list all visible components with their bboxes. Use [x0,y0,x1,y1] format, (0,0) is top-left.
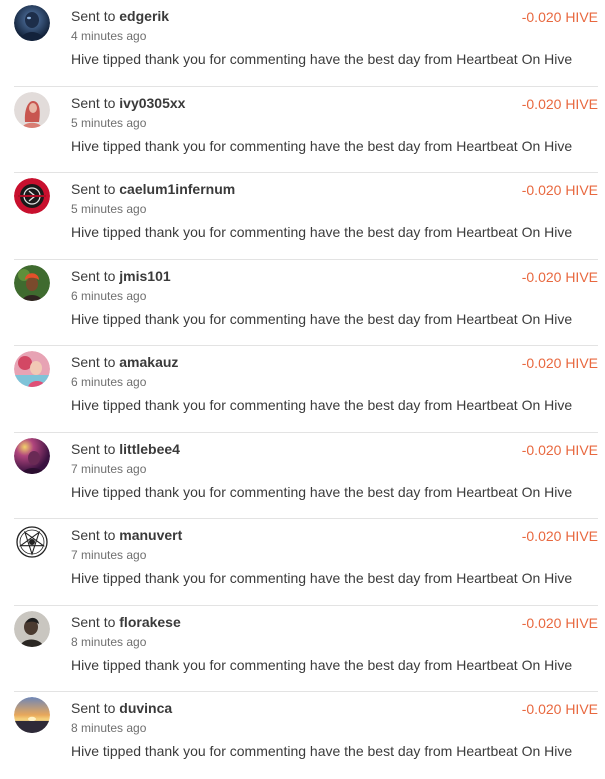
sent-to-line: Sent to amakauz [71,353,178,371]
sent-to-prefix: Sent to [71,8,116,24]
transfer-list: Sent to edgerik 4 minutes ago -0.020 HIV… [0,0,605,779]
sent-to-line: Sent to ivy0305xx [71,94,185,112]
transfer-memo: Hive tipped thank you for commenting hav… [71,51,573,67]
transfer-timestamp: 5 minutes ago [71,202,147,216]
transfer-memo: Hive tipped thank you for commenting hav… [71,743,573,759]
transfer-timestamp: 4 minutes ago [71,29,147,43]
recipient-username-link[interactable]: amakauz [119,354,178,370]
transfer-timestamp: 6 minutes ago [71,288,147,303]
transfer-item: Sent to ivy0305xx 5 minutes ago -0.020 H… [0,87,605,173]
sent-to-line: Sent to duvinca [71,699,172,717]
recipient-username-link[interactable]: manuvert [119,527,182,543]
transfer-timestamp: 5 minutes ago [71,115,147,130]
transfer-amount: -0.020 HIVE [521,441,598,458]
transfer-timestamp: 8 minutes ago [71,721,147,735]
recipient-username-link[interactable]: duvinca [119,700,172,716]
sent-to-prefix: Sent to [71,700,116,716]
recipient-username-link[interactable]: littlebee4 [119,441,180,457]
recipient-username-link[interactable]: jmis101 [119,268,170,284]
transfer-memo: Hive tipped thank you for commenting hav… [71,137,573,154]
user-avatar-pink-photo-icon[interactable] [14,351,50,387]
sent-to-prefix: Sent to [71,94,116,111]
transfer-amount: -0.020 HIVE [521,614,598,631]
user-avatar-purple-glow-icon[interactable] [14,437,50,474]
transfer-amount: -0.020 HIVE [521,182,598,198]
transfer-item: Sent to duvinca 8 minutes ago -0.020 HIV… [0,692,605,779]
sent-to-prefix: Sent to [71,354,116,370]
recipient-username-link[interactable]: florakese [119,614,180,630]
transfer-memo: Hive tipped thank you for commenting hav… [71,224,573,240]
transfer-item: Sent to manuvert 7 minutes ago -0.020 HI… [0,519,605,606]
user-avatar-profile-photo-icon[interactable] [14,610,50,647]
user-avatar-orange-headwrap-icon[interactable] [14,264,50,301]
sent-to-prefix: Sent to [71,440,116,457]
transfer-amount: -0.020 HIVE [521,701,598,717]
sent-to-line: Sent to edgerik [71,7,169,25]
user-avatar-red-hair-icon[interactable] [14,91,50,128]
sent-to-line: Sent to jmis101 [71,267,171,285]
transfer-item: Sent to amakauz 6 minutes ago -0.020 HIV… [0,346,605,433]
transfer-amount: -0.020 HIVE [521,355,598,371]
recipient-username-link[interactable]: ivy0305xx [119,95,185,111]
transfer-item: Sent to caelum1infernum 5 minutes ago -0… [0,173,605,260]
sent-to-line: Sent to littlebee4 [71,440,180,458]
transfer-item: Sent to florakese 8 minutes ago -0.020 H… [0,606,605,692]
transfer-memo: Hive tipped thank you for commenting hav… [71,310,573,327]
transfer-timestamp: 7 minutes ago [71,548,147,562]
transfer-memo: Hive tipped thank you for commenting hav… [71,570,573,586]
transfer-item: Sent to jmis101 6 minutes ago -0.020 HIV… [0,260,605,346]
user-avatar-sunset-icon[interactable] [14,697,50,733]
transfer-item: Sent to edgerik 4 minutes ago -0.020 HIV… [0,0,605,87]
transfer-amount: -0.020 HIVE [521,95,598,112]
transfer-timestamp: 8 minutes ago [71,634,147,649]
transfer-timestamp: 6 minutes ago [71,375,147,389]
user-avatar-pentagram-icon[interactable] [14,524,50,560]
sent-to-prefix: Sent to [71,181,116,197]
transfer-memo: Hive tipped thank you for commenting hav… [71,483,573,500]
user-avatar-blue-figure-icon[interactable] [14,5,50,41]
transfer-timestamp: 7 minutes ago [71,461,147,476]
transfer-memo: Hive tipped thank you for commenting hav… [71,656,573,673]
sent-to-prefix: Sent to [71,527,116,543]
user-avatar-red-emblem-icon[interactable] [14,178,50,214]
sent-to-prefix: Sent to [71,267,116,284]
recipient-username-link[interactable]: caelum1infernum [119,181,235,197]
sent-to-line: Sent to florakese [71,613,181,631]
recipient-username-link[interactable]: edgerik [119,8,169,24]
transfer-item: Sent to littlebee4 7 minutes ago -0.020 … [0,433,605,519]
transfer-memo: Hive tipped thank you for commenting hav… [71,397,573,413]
transfer-amount: -0.020 HIVE [521,268,598,285]
sent-to-line: Sent to caelum1infernum [71,180,235,198]
transfer-amount: -0.020 HIVE [521,9,598,25]
sent-to-prefix: Sent to [71,613,116,630]
sent-to-line: Sent to manuvert [71,526,182,544]
transfer-amount: -0.020 HIVE [521,528,598,544]
